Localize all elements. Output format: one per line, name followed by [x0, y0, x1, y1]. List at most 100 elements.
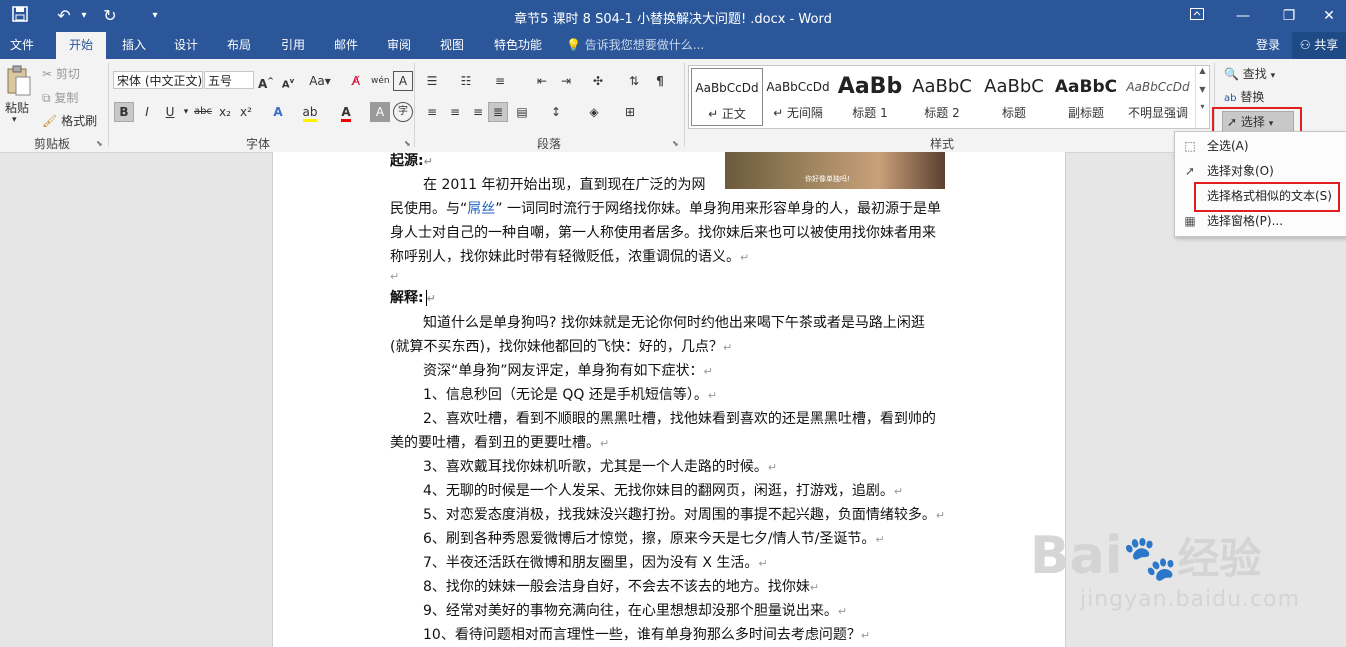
- strikethrough-button[interactable]: abc: [193, 102, 213, 122]
- tab-review[interactable]: 审阅: [374, 32, 424, 59]
- chevron-down-icon[interactable]: ▼: [1196, 85, 1209, 94]
- grow-font-button[interactable]: A^: [256, 71, 276, 91]
- tell-me-box[interactable]: 💡 告诉我您想要做什么...: [566, 32, 716, 59]
- subscript-button[interactable]: x₂: [215, 102, 235, 122]
- tab-insert[interactable]: 插入: [110, 32, 158, 59]
- share-label: 共享: [1314, 38, 1339, 52]
- italic-button[interactable]: I: [137, 102, 157, 122]
- person-icon: ⚇: [1299, 38, 1311, 52]
- replace-button[interactable]: ab 替换: [1224, 88, 1264, 105]
- gallery-scroll[interactable]: ▲ ▼ ▾: [1195, 66, 1209, 128]
- doc-line: 身人士对自己的一种自嘲，第一人称使用者居多。找你妹后来也可以被使用找你妹者用来: [390, 225, 936, 241]
- highlight-button[interactable]: ab: [300, 102, 320, 122]
- doc-line: 称呼别人，找你妹此时带有轻微贬低，浓重调侃的语义。↵: [390, 249, 750, 265]
- distributed-icon[interactable]: ▤: [512, 102, 532, 122]
- line-spacing-icon[interactable]: ↕: [546, 102, 566, 122]
- style-subtle-emphasis[interactable]: AaBbCcDd 不明显强调: [1123, 68, 1193, 124]
- chevron-down-icon: ▾: [1270, 71, 1276, 81]
- doc-line: 5、对恋爱态度消极，找我妹没兴趣打扮。对周围的事提不起兴趣，负面情绪较多。↵: [423, 507, 946, 523]
- increase-indent-icon[interactable]: ⇥: [556, 71, 576, 91]
- enclose-char-button[interactable]: 字: [393, 102, 413, 122]
- tab-home[interactable]: 开始: [56, 32, 106, 59]
- bold-button[interactable]: B: [114, 102, 134, 122]
- doc-line: 4、无聊的时候是一个人发呆、无找你妹目的翻网页，闲逛，打游戏，追剧。↵: [423, 483, 904, 499]
- menu-item-select-objects[interactable]: ➚ 选择对象(O): [1175, 159, 1346, 183]
- style-title[interactable]: AaBbC 标题: [979, 68, 1049, 124]
- numbering-icon[interactable]: ☷: [456, 71, 476, 91]
- font-launcher-icon[interactable]: ⬊: [404, 139, 411, 148]
- sort-icon[interactable]: ⇅: [624, 71, 644, 91]
- brush-icon: 🖌: [42, 114, 58, 128]
- paste-button[interactable]: 粘贴: [5, 99, 29, 116]
- align-right-icon[interactable]: ≡: [468, 102, 488, 122]
- shrink-font-button[interactable]: Av: [278, 71, 298, 91]
- bullets-icon[interactable]: ☰: [422, 71, 442, 91]
- styles-gallery: AaBbCcDd ↵ 正文 AaBbCcDd ↵ 无间隔 AaBb 标题 1 A…: [688, 65, 1210, 129]
- login-link[interactable]: 登录: [1248, 32, 1288, 59]
- chevron-up-icon[interactable]: ▲: [1196, 66, 1209, 75]
- borders-icon[interactable]: ⊞: [620, 102, 640, 122]
- style-no-spacing[interactable]: AaBbCcDd ↵ 无间隔: [763, 68, 833, 124]
- selection-pane-icon: ▦: [1184, 214, 1196, 228]
- paste-dropdown-icon[interactable]: ▾: [12, 115, 17, 125]
- font-color-button[interactable]: A: [336, 102, 356, 122]
- font-name-combo[interactable]: 宋体 (中文正文): [113, 71, 203, 89]
- char-border-button[interactable]: A: [393, 71, 413, 91]
- shading-icon[interactable]: ◈: [584, 102, 604, 122]
- doc-line: 8、找你的妹妹一般会洁身自好，不会去不该去的地方。找你妹↵: [423, 579, 820, 595]
- find-button[interactable]: 🔍 查找 ▾: [1224, 65, 1275, 82]
- phonetic-guide-button[interactable]: wén: [370, 71, 390, 91]
- doc-line: 美的要吐槽，看到丑的更要吐槽。↵: [390, 435, 610, 451]
- share-button[interactable]: ⚇ 共享: [1292, 32, 1346, 59]
- doc-line: 9、经常对美好的事物充满向往，在心里想想却没那个胆量说出来。↵: [423, 603, 848, 619]
- tab-design[interactable]: 设计: [162, 32, 210, 59]
- menu-item-select-all[interactable]: ⬚ 全选(A): [1175, 134, 1346, 158]
- text-effects-button[interactable]: A: [268, 102, 288, 122]
- multilevel-list-icon[interactable]: ≡: [490, 71, 510, 91]
- tab-file[interactable]: 文件: [0, 32, 44, 59]
- clipboard-launcher-icon[interactable]: ⬊: [96, 139, 103, 148]
- ribbon-display-icon[interactable]: [1174, 0, 1220, 32]
- style-heading1[interactable]: AaBb 标题 1: [835, 68, 905, 124]
- paste-icon[interactable]: [6, 65, 31, 96]
- tab-view[interactable]: 视图: [428, 32, 476, 59]
- highlight-box-similar-format: [1194, 182, 1340, 212]
- align-left-icon[interactable]: ≡: [422, 102, 442, 122]
- minimize-icon[interactable]: —: [1220, 0, 1266, 32]
- tab-layout[interactable]: 布局: [214, 32, 264, 59]
- superscript-button[interactable]: x²: [236, 102, 256, 122]
- align-center-icon[interactable]: ≡: [445, 102, 465, 122]
- clipboard-group-label: 剪贴板: [33, 137, 70, 151]
- cut-button[interactable]: ✂ 剪切: [42, 65, 80, 82]
- decrease-indent-icon[interactable]: ⇤: [532, 71, 552, 91]
- style-subtitle[interactable]: AaBbC 副标题: [1051, 68, 1121, 124]
- tab-mailings[interactable]: 邮件: [322, 32, 370, 59]
- font-group-label: 字体: [245, 137, 270, 151]
- style-heading2[interactable]: AaBbC 标题 2: [907, 68, 977, 124]
- tab-special[interactable]: 特色功能: [482, 32, 554, 59]
- doc-line: 民使用。与“屌丝” 一词同时流行于网络找你妹。单身狗用来形容单身的人，最初源于是…: [390, 201, 941, 217]
- copy-button[interactable]: ⧉ 复制: [42, 89, 78, 106]
- doc-line: 10、看待问题相对而言理性一些，谁有单身狗那么多时间去考虑问题？↵: [423, 627, 871, 643]
- style-normal[interactable]: AaBbCcDd ↵ 正文: [691, 68, 763, 126]
- justify-icon[interactable]: ≣: [488, 102, 508, 122]
- menu-item-selection-pane[interactable]: ▦ 选择窗格(P)...: [1175, 209, 1346, 233]
- close-icon[interactable]: ✕: [1306, 0, 1346, 32]
- paragraph-launcher-icon[interactable]: ⬊: [672, 139, 679, 148]
- doc-line: 3、喜欢戴耳找你妹机听歌，尤其是一个人走路的时候。↵: [423, 459, 778, 475]
- paw-icon: 🐾: [1122, 533, 1178, 584]
- change-case-button[interactable]: Aa▾: [306, 71, 334, 91]
- font-size-combo[interactable]: 五号: [204, 71, 254, 89]
- scissors-icon: ✂: [42, 67, 53, 81]
- format-painter-button[interactable]: 🖌 格式刷: [42, 112, 97, 129]
- show-marks-icon[interactable]: ¶: [650, 71, 670, 91]
- cursor-icon: ➚: [1184, 164, 1196, 178]
- more-styles-icon[interactable]: ▾: [1196, 102, 1209, 111]
- select-all-icon: ⬚: [1184, 139, 1196, 153]
- explain-heading: 解释: ↵: [390, 290, 436, 306]
- tab-references[interactable]: 引用: [268, 32, 318, 59]
- chinese-layout-icon[interactable]: ✣: [588, 71, 608, 91]
- doc-line: 2、喜欢吐槽，看到不顺眼的黑黑吐槽，找他妹看到喜欢的还是黑黑吐槽，看到帅的: [423, 411, 936, 427]
- char-shading-button[interactable]: A: [370, 102, 390, 122]
- clear-format-icon[interactable]: A̸: [346, 71, 366, 91]
